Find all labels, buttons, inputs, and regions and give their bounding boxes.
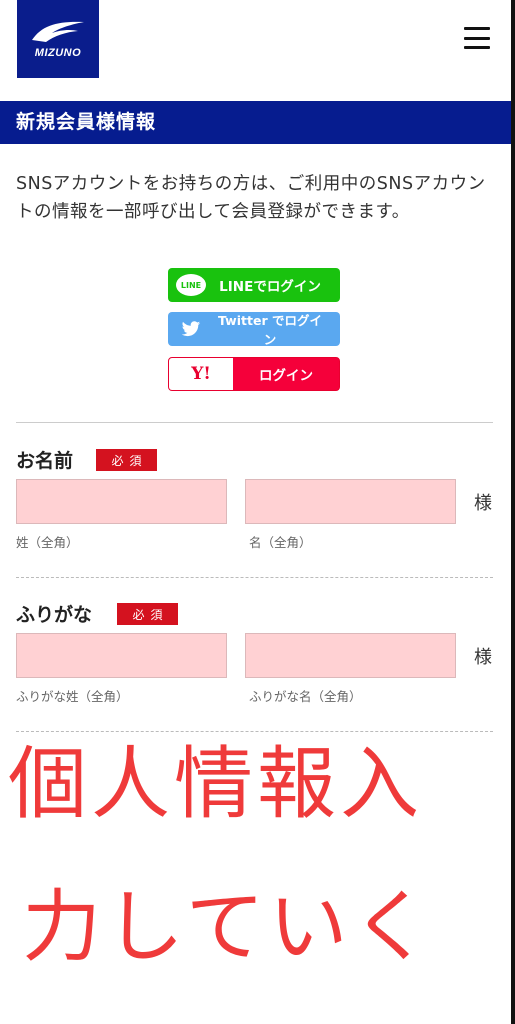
line-icon: LINE xyxy=(168,268,214,302)
hamburger-icon-bar xyxy=(464,27,490,30)
site-header: MIZUNO xyxy=(0,0,511,100)
last-name-hint: 姓（全角） xyxy=(16,535,79,550)
first-name-hint: 名（全角） xyxy=(249,535,312,550)
furigana-first-hint: ふりがな名（全角） xyxy=(249,689,362,704)
name-suffix: 様 xyxy=(474,493,492,514)
yahoo-icon: Y! xyxy=(169,358,233,390)
name-label: お名前 xyxy=(16,450,74,472)
yahoo-login-button[interactable]: Y! ログイン xyxy=(168,357,340,391)
page: MIZUNO 新規会員様情報 SNSアカウントをお持ちの方は、ご利用中のSNSア… xyxy=(0,0,511,1024)
furigana-last-input[interactable] xyxy=(16,633,227,678)
hamburger-icon-bar xyxy=(464,46,490,49)
furigana-first-input[interactable] xyxy=(245,633,456,678)
twitter-login-label: Twitter でログイン xyxy=(218,313,322,347)
field-divider xyxy=(16,577,493,578)
page-title: 新規会員様情報 xyxy=(0,101,511,144)
last-name-input[interactable] xyxy=(16,479,227,524)
sns-intro-text: SNSアカウントをお持ちの方は、ご利用中のSNSアカウントの情報を一部呼び出して… xyxy=(16,174,486,222)
furigana-label: ふりがな xyxy=(16,604,93,626)
logo-text: MIZUNO xyxy=(34,47,82,59)
furigana-suffix: 様 xyxy=(474,647,492,668)
yahoo-login-label: ログイン xyxy=(259,368,313,384)
hamburger-menu-button[interactable] xyxy=(464,27,490,49)
first-name-input[interactable] xyxy=(245,479,456,524)
hamburger-icon-bar xyxy=(464,36,490,40)
required-badge: 必須 xyxy=(96,449,157,471)
screen-edge xyxy=(511,0,515,1024)
twitter-bird-icon xyxy=(168,312,214,346)
furigana-last-hint: ふりがな姓（全角） xyxy=(16,689,129,704)
line-login-label: LINEでログイン xyxy=(219,279,321,295)
runbird-logo-icon xyxy=(32,21,84,42)
required-badge: 必須 xyxy=(117,603,178,625)
field-divider xyxy=(16,731,493,732)
twitter-login-button[interactable]: Twitter でログイン xyxy=(168,312,340,347)
section-divider xyxy=(16,422,493,423)
mizuno-logo[interactable]: MIZUNO xyxy=(17,0,99,78)
annotation-line-2: 力していく xyxy=(22,881,435,973)
line-icon-text: LINE xyxy=(176,274,206,296)
annotation-line-1: 個人情報入 xyxy=(8,738,423,830)
line-login-button[interactable]: LINE LINEでログイン xyxy=(168,268,340,302)
